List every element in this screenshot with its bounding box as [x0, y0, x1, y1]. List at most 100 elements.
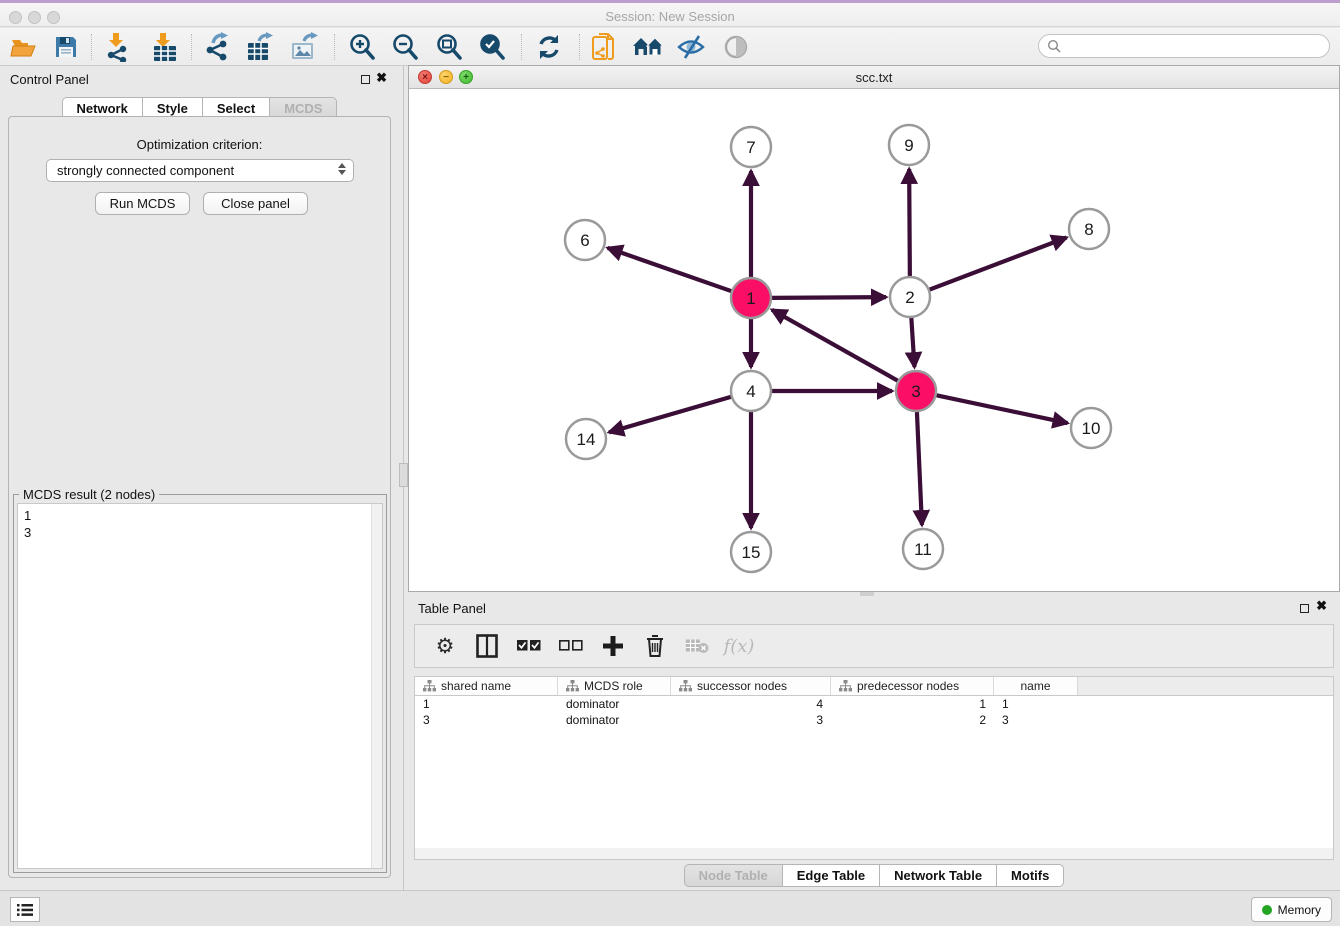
node-8[interactable]: 8: [1069, 209, 1109, 249]
node-7[interactable]: 7: [731, 127, 771, 167]
run-mcds-button[interactable]: Run MCDS: [95, 192, 190, 215]
cell-shared-name[interactable]: 1: [415, 696, 558, 712]
column-header-MCDS-role[interactable]: MCDS role: [558, 677, 671, 695]
network-canvas[interactable]: 7 9 6 8 1 2 4 3 14 10 15 11: [409, 89, 1339, 591]
node-4[interactable]: 4: [731, 371, 771, 411]
home-layout-icon[interactable]: [631, 31, 665, 63]
edge-4-14[interactable]: [609, 397, 731, 432]
refresh-layout-icon[interactable]: [532, 31, 566, 63]
node-table[interactable]: shared name MCDS rolesuccessor nodesprede…: [414, 676, 1334, 848]
close-panel-icon[interactable]: ✖: [376, 70, 387, 86]
import-network-icon[interactable]: [101, 31, 135, 63]
cell-MCDS-role[interactable]: dominator: [558, 696, 671, 712]
hide-panel-eye-icon[interactable]: [674, 31, 708, 63]
close-table-panel-icon[interactable]: ✖: [1316, 598, 1327, 614]
node-2[interactable]: 2: [890, 277, 930, 317]
cell-predecessor-nodes[interactable]: 1: [831, 696, 994, 712]
tab-node-table[interactable]: Node Table: [684, 864, 782, 887]
node-9[interactable]: 9: [889, 125, 929, 165]
import-table-icon[interactable]: [148, 31, 182, 63]
column-label: shared name: [441, 679, 511, 693]
list-icon: [17, 903, 33, 917]
duplicate-network-icon[interactable]: [587, 31, 621, 63]
zoom-fit-icon[interactable]: [432, 31, 466, 63]
tab-edge-table[interactable]: Edge Table: [782, 864, 879, 887]
criterion-select[interactable]: strongly connected component: [46, 159, 354, 182]
result-scrollbar[interactable]: [371, 504, 382, 868]
node-10[interactable]: 10: [1071, 408, 1111, 448]
node-11[interactable]: 11: [903, 529, 943, 569]
optimization-criterion-label: Optimization criterion:: [9, 137, 390, 152]
toolbar-separator: [334, 34, 335, 60]
zoom-selected-icon[interactable]: [475, 31, 509, 63]
export-network-icon[interactable]: [200, 31, 234, 63]
column-header-successor-nodes[interactable]: successor nodes: [671, 677, 831, 695]
table-row[interactable]: 3dominator323: [415, 712, 1333, 728]
splitter-handle[interactable]: [399, 463, 408, 487]
zoom-in-icon[interactable]: [345, 31, 379, 63]
tab-motifs[interactable]: Motifs: [996, 864, 1064, 887]
table-header-row: shared name MCDS rolesuccessor nodesprede…: [415, 677, 1333, 696]
show-column-icon[interactable]: [473, 632, 501, 660]
column-tree-icon: [839, 680, 852, 692]
node-1[interactable]: 1: [731, 278, 771, 318]
table-row[interactable]: 1dominator411: [415, 696, 1333, 712]
edge-1-2[interactable]: [772, 297, 886, 298]
cell-successor-nodes[interactable]: 4: [671, 696, 831, 712]
node-15[interactable]: 15: [731, 532, 771, 572]
search-icon: [1047, 39, 1061, 53]
export-image-icon[interactable]: [288, 31, 322, 63]
apply-function-icon[interactable]: f(x): [725, 632, 753, 660]
column-header-name[interactable]: name: [994, 677, 1078, 695]
edge-2-8[interactable]: [930, 238, 1067, 290]
cell-shared-name[interactable]: 3: [415, 712, 558, 728]
svg-text:14: 14: [577, 430, 596, 449]
svg-text:15: 15: [742, 543, 761, 562]
export-table-icon[interactable]: [244, 31, 278, 63]
network-graph[interactable]: 7 9 6 8 1 2 4 3 14 10 15 11: [409, 89, 1339, 591]
edge-2-3[interactable]: [911, 318, 914, 367]
mcds-result-values: 1 3: [24, 507, 31, 541]
add-row-plus-icon[interactable]: [599, 632, 627, 660]
task-history-button[interactable]: [10, 897, 40, 922]
edge-3-1[interactable]: [772, 310, 898, 381]
zoom-out-icon[interactable]: [388, 31, 422, 63]
save-session-icon[interactable]: [49, 31, 83, 63]
network-window-titlebar[interactable]: × − + scc.txt: [409, 66, 1339, 89]
cell-name[interactable]: 1: [994, 696, 1078, 712]
node-6[interactable]: 6: [565, 220, 605, 260]
select-all-icon[interactable]: [515, 632, 543, 660]
cell-MCDS-role[interactable]: dominator: [558, 712, 671, 728]
delete-row-trash-icon[interactable]: [641, 632, 669, 660]
search-input[interactable]: [1038, 34, 1330, 58]
tab-network-table[interactable]: Network Table: [879, 864, 996, 887]
close-panel-button[interactable]: Close panel: [203, 192, 308, 215]
edge-2-9[interactable]: [909, 169, 910, 276]
open-session-icon[interactable]: [7, 31, 41, 63]
table-options-gear-icon[interactable]: ⚙: [431, 632, 459, 660]
edge-3-10[interactable]: [937, 395, 1068, 423]
network-file-name: scc.txt: [409, 70, 1339, 85]
svg-text:3: 3: [911, 382, 920, 401]
mcds-result-textarea[interactable]: 1 3: [17, 503, 383, 869]
show-panel-eye-icon[interactable]: [719, 31, 753, 63]
column-header-predecessor-nodes[interactable]: predecessor nodes: [831, 677, 994, 695]
svg-text:2: 2: [905, 288, 914, 307]
table-horizontal-scrollbar[interactable]: [414, 848, 1334, 860]
float-table-panel-icon[interactable]: [1300, 604, 1309, 613]
cell-successor-nodes[interactable]: 3: [671, 712, 831, 728]
edge-1-6[interactable]: [608, 248, 732, 291]
float-panel-icon[interactable]: [361, 75, 370, 84]
node-14[interactable]: 14: [566, 419, 606, 459]
node-3[interactable]: 3: [896, 371, 936, 411]
column-header-shared-name[interactable]: shared name: [415, 677, 558, 695]
delete-table-icon[interactable]: [683, 632, 711, 660]
criterion-value: strongly connected component: [57, 163, 234, 178]
memory-button[interactable]: Memory: [1251, 897, 1332, 922]
toolbar-separator: [521, 34, 522, 60]
deselect-all-icon[interactable]: [557, 632, 585, 660]
cell-name[interactable]: 3: [994, 712, 1078, 728]
titlebar: Session: New Session: [0, 3, 1340, 27]
edge-3-11[interactable]: [917, 412, 922, 525]
cell-predecessor-nodes[interactable]: 2: [831, 712, 994, 728]
